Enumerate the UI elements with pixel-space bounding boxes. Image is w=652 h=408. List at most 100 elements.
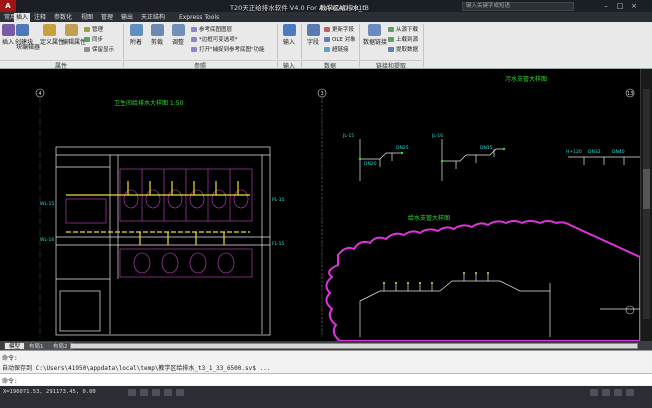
import-icon (282, 24, 296, 36)
pipe-tags: WL-15 WL-16 PL-15 FL-15 (40, 197, 285, 247)
field-icon (306, 24, 320, 36)
sync-label: 同步 (92, 37, 104, 43)
app-logo-icon[interactable]: A (0, 0, 16, 12)
snap-underlay-button[interactable]: 打开"捕捉到参考底图"功能 (191, 45, 265, 53)
snap-underlay-icon (191, 47, 197, 52)
insert-block-icon (2, 24, 15, 36)
group-import-label: 输入 (278, 60, 300, 70)
pipe-label: DN15 (480, 145, 493, 151)
block-editor-button[interactable]: 块编辑器 (16, 42, 40, 51)
water-pipes (66, 181, 250, 245)
update-fields-button[interactable]: 更新字段 (324, 25, 354, 33)
title-bar: A T20天正给排水软件 V4.0 For AutoCAD 2010 教学区给排… (0, 0, 652, 12)
group-data-label: 数据 (302, 60, 358, 70)
horizontal-scrollbar[interactable] (70, 343, 638, 349)
riser-labels: JL-15 JL-16 DN25 DN20 DN32 DN40 H+120 DN… (342, 133, 625, 167)
frame-variable-icon (191, 37, 197, 42)
pipe-label: DN40 (612, 149, 625, 155)
data-link-icon (367, 24, 381, 36)
supply-branch-diagram (359, 273, 640, 337)
maximize-icon[interactable]: □ (614, 1, 626, 11)
toilet-detail-title: 卫生间给排水大样图 1:50 (114, 99, 184, 107)
underlay-layers-label: 参考底图图层 (199, 27, 233, 33)
adjust-icon (171, 24, 185, 36)
insert-block-button[interactable]: 插入 (2, 24, 15, 46)
axis-bubble-label: 13 (627, 91, 633, 97)
underlay-layers-button[interactable]: 参考底图图层 (191, 25, 232, 33)
adjust-label: 调整 (171, 39, 184, 46)
extract-data-label: 提取数据 (396, 47, 419, 53)
tab-parametric[interactable]: 参数化 (52, 13, 74, 22)
polar-toggle-icon[interactable] (164, 389, 172, 396)
model-space-icon[interactable] (590, 389, 598, 396)
minimize-icon[interactable]: – (600, 1, 612, 11)
tab-annotate[interactable]: 注释 (32, 13, 48, 22)
hyperlink-label: 超链接 (332, 47, 349, 53)
extract-data-button[interactable]: 提取数据 (388, 45, 418, 53)
tab-model[interactable]: 模型 (4, 342, 26, 350)
sync-attributes-button[interactable]: 同步 (84, 35, 103, 43)
tab-view[interactable]: 视图 (79, 13, 95, 22)
axis-bubble: 13 (625, 88, 635, 98)
upload-to-source-button[interactable]: 上载到源 (388, 35, 418, 43)
import-button[interactable]: 输入 (281, 24, 297, 46)
search-input[interactable]: 键入关键字或短语 (462, 2, 574, 11)
hyperlink-icon (324, 47, 330, 52)
workspace-gear-icon[interactable] (614, 389, 622, 396)
ole-object-button[interactable]: OLE 对象 (324, 35, 356, 43)
osnap-toggle-icon[interactable] (176, 389, 184, 396)
attach-button[interactable]: 附着 (127, 24, 145, 46)
underlay-layers-icon (191, 27, 197, 32)
adjust-button[interactable]: 调整 (169, 24, 187, 46)
edit-attribute-icon (64, 24, 78, 36)
group-link-extract-label: 链接和提取 (360, 60, 422, 70)
pipe-label: WL-15 (40, 201, 54, 207)
tab-manage[interactable]: 管理 (99, 13, 115, 22)
axis-bubble-label: 3 (321, 91, 324, 97)
group-reference-label: 参照 (124, 60, 276, 70)
frame-variable-label: *边框可变选项* (199, 37, 238, 43)
frame-variable-button[interactable]: *边框可变选项* (191, 35, 238, 43)
pipe-label: JL-15 (342, 133, 354, 139)
fullscreen-icon[interactable] (626, 389, 634, 396)
update-fields-label: 更新字段 (332, 27, 355, 33)
hyperlink-button[interactable]: 超链接 (324, 45, 349, 53)
field-button[interactable]: 字段 (305, 24, 321, 46)
pipe-label: JL-16 (431, 133, 443, 139)
supply-branch-title: 给水支管大样图 (408, 214, 450, 222)
cad-drawing[interactable]: 4 3 13 卫生间给排水大样图 1:50 污水支管大样图 给水支管大样图 WL… (0, 69, 641, 342)
grid-toggle-icon[interactable] (140, 389, 148, 396)
tab-layout1[interactable]: 布局1 (24, 342, 49, 350)
status-bar: X=196071.53, 291173.45, 0.00 (0, 386, 652, 408)
edit-attribute-button[interactable]: 编辑属性 (62, 24, 86, 46)
tab-layout2[interactable]: 布局2 (48, 342, 73, 350)
cursor-coordinates: X=196071.53, 291173.45, 0.00 (3, 389, 96, 395)
tab-output[interactable]: 输出 (119, 13, 135, 22)
pipe-label: PL-15 (272, 197, 285, 203)
zoom-icon[interactable] (602, 389, 610, 396)
tab-insert[interactable]: 插入 (14, 13, 31, 22)
pipe-label: WL-16 (40, 237, 54, 243)
manage-label: 管理 (92, 27, 104, 33)
toilet-plan (55, 146, 271, 336)
toilet-stalls (65, 168, 253, 278)
tab-tangent-structure[interactable]: 天正结构 (139, 13, 167, 22)
vertical-scrollbar[interactable] (640, 69, 652, 341)
snap-toggle-icon[interactable] (128, 389, 136, 396)
download-from-source-button[interactable]: 从源下载 (388, 25, 418, 33)
data-link-button[interactable]: 数据链接 (363, 24, 387, 46)
supply-joints (383, 272, 489, 284)
define-attribute-button[interactable]: 定义属性 (40, 24, 64, 46)
close-icon[interactable]: × (628, 1, 640, 11)
command-window: 命令: 自动保存到 C:\Users\41950\appdata\local\t… (0, 350, 652, 386)
group-divider (423, 24, 424, 67)
manage-attributes-button[interactable]: 管理 (84, 25, 103, 33)
pipe-label: DN25 (396, 145, 409, 151)
retain-display-button[interactable]: 保留显示 (84, 45, 114, 53)
ortho-toggle-icon[interactable] (152, 389, 160, 396)
pipe-label: DN32 (588, 149, 601, 155)
drawing-canvas[interactable]: 4 3 13 卫生间给排水大样图 1:50 污水支管大样图 给水支管大样图 WL… (0, 69, 641, 342)
command-input[interactable]: 命令: (0, 373, 652, 385)
clip-button[interactable]: 剪裁 (148, 24, 166, 46)
tab-express-tools[interactable]: Express Tools (177, 13, 221, 22)
